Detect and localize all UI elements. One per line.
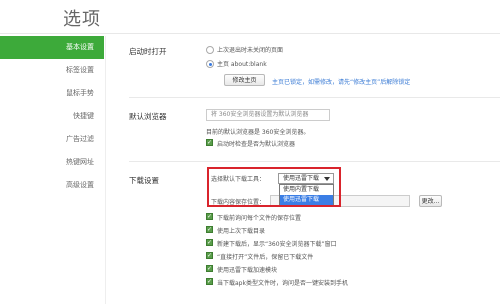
ask-save-location-checkbox[interactable]: ✓ (206, 213, 213, 220)
section-divider (129, 161, 500, 162)
keep-downloaded-file-checkbox[interactable]: ✓ (206, 252, 213, 259)
sidebar-item-ad-filter[interactable]: 广告过滤 (0, 128, 104, 151)
sidebar-item-mouse-gestures[interactable]: 鼠标手势 (0, 82, 104, 105)
startup-section-label: 启动时打开 (129, 47, 167, 56)
sidebar-item-shortcuts[interactable]: 快捷键 (0, 105, 104, 128)
show-download-window-label: 新建下载后，显示“360安全浏览器下载”窗口 (217, 241, 337, 248)
sidebar-item-tabs[interactable]: 标签设置 (0, 59, 104, 82)
set-default-browser-button[interactable]: 将 360安全浏览器设置为默认浏览器 (206, 109, 330, 121)
download-section-label: 下载设置 (129, 176, 159, 185)
startup-homepage-label: 主页 about:blank (217, 61, 267, 68)
show-download-window-checkbox[interactable]: ✓ (206, 239, 213, 246)
apk-install-label: 当下载apk类型文件时，询问是否一键安装到手机 (217, 280, 348, 287)
sidebar-item-basic[interactable]: 基本设置 (0, 36, 104, 59)
change-path-button[interactable]: 更改... (419, 195, 442, 207)
use-last-dir-label: 使用上次下载目录 (217, 228, 266, 235)
header-divider (0, 33, 500, 34)
startup-homepage-radio[interactable] (206, 60, 214, 68)
ask-save-location-label: 下载前询问每个文件的保存位置 (217, 215, 302, 222)
section-divider (129, 97, 500, 98)
homepage-lock-hint: 主页已锁定，如需修改，请先“修改主页”后解除锁定 (272, 79, 411, 86)
sidebar-item-advanced[interactable]: 高级设置 (0, 174, 104, 197)
apk-install-checkbox[interactable]: ✓ (206, 278, 213, 285)
startup-last-session-radio[interactable] (206, 46, 214, 54)
check-default-browser-label: 启动时检查是否为默认浏览器 (217, 141, 296, 148)
xunlei-accel-label: 使用迅雷下载加速模块 (217, 267, 278, 274)
xunlei-accel-checkbox[interactable]: ✓ (206, 265, 213, 272)
page-title: 选项 (63, 9, 101, 30)
default-browser-status: 目前的默认浏览器是 360安全浏览器。 (206, 129, 310, 136)
highlight-box (207, 167, 341, 207)
use-last-dir-checkbox[interactable]: ✓ (206, 226, 213, 233)
check-default-browser-checkbox[interactable]: ✓ (206, 139, 213, 146)
sidebar: 基本设置 标签设置 鼠标手势 快捷键 广告过滤 热键网址 高级设置 (0, 36, 104, 197)
modify-homepage-button[interactable]: 修改主页 (224, 74, 265, 86)
sidebar-item-hotkey-urls[interactable]: 热键网址 (0, 151, 104, 174)
startup-last-session-label: 上次退出时未关闭的页面 (217, 47, 284, 54)
sidebar-divider (105, 36, 106, 304)
default-browser-section-label: 默认浏览器 (129, 112, 167, 121)
keep-downloaded-file-label: “直接打开”文件后，保留已下载文件 (217, 254, 314, 261)
